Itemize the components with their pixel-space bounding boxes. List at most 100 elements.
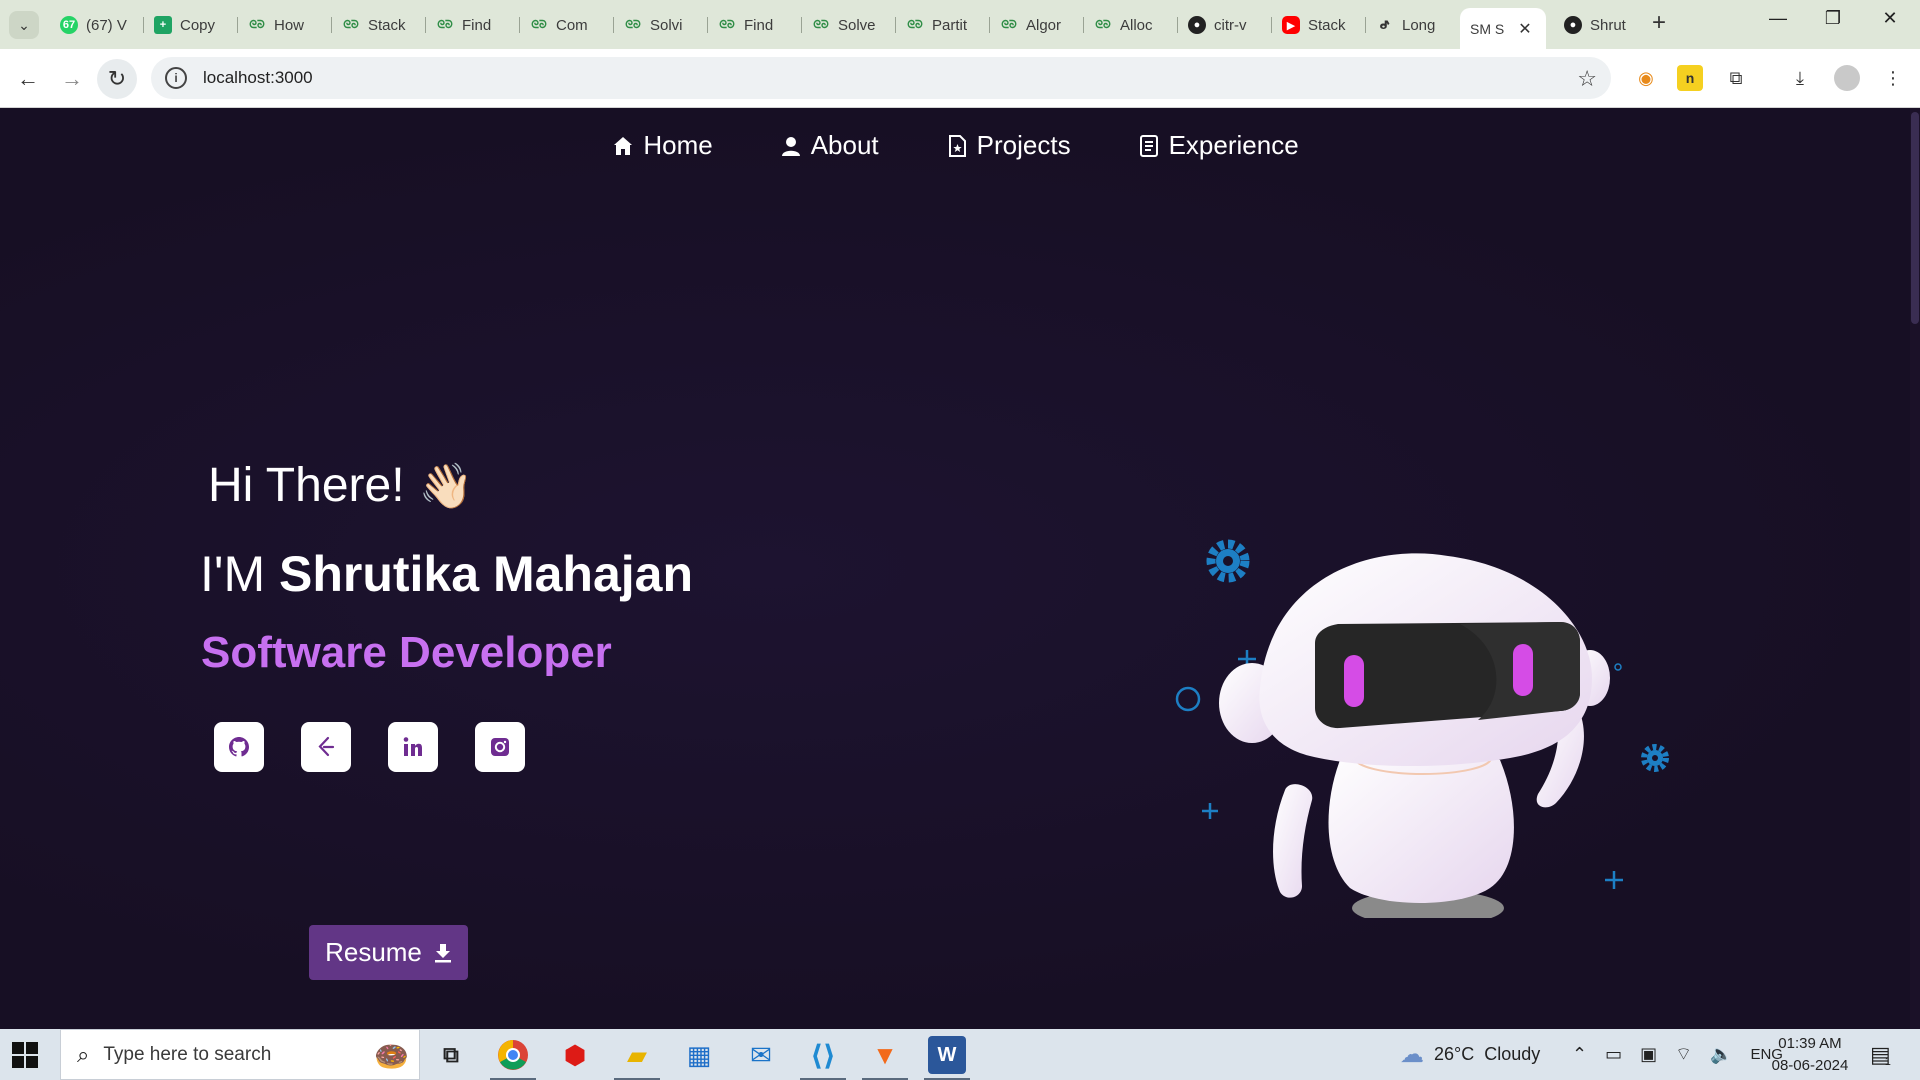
- resume-download-button[interactable]: Resume: [309, 925, 468, 980]
- tab-label: Stack: [368, 16, 406, 34]
- leetcode-link[interactable]: [301, 722, 351, 772]
- chrome-icon[interactable]: [490, 1036, 536, 1080]
- notifications-button[interactable]: ▤ 1: [1870, 1029, 1891, 1080]
- greeting-text: Hi There!: [208, 459, 405, 512]
- tab-gfg[interactable]: ᘓᘐ Solve: [802, 8, 896, 42]
- page-scrollbar[interactable]: [1910, 108, 1920, 1029]
- bookmark-star-icon[interactable]: ☆: [1577, 66, 1597, 92]
- word-icon[interactable]: W: [924, 1036, 970, 1080]
- tab-label: (67) V: [86, 16, 127, 34]
- search-placeholder: Type here to search: [103, 1043, 272, 1065]
- extension-icon[interactable]: n: [1677, 65, 1703, 91]
- new-tab-button[interactable]: +: [1652, 9, 1666, 37]
- restore-button[interactable]: ❐: [1813, 8, 1853, 29]
- tab-gfg[interactable]: ᘓᘐ Find: [708, 8, 802, 42]
- task-view-icon[interactable]: ⧉: [432, 1036, 470, 1074]
- vlc-icon[interactable]: ▼: [862, 1036, 908, 1080]
- search-highlight-icon: 🍩: [374, 1041, 409, 1072]
- url-text[interactable]: localhost:3000: [203, 68, 313, 88]
- tab-label: Shrut: [1590, 16, 1626, 34]
- social-links: [214, 722, 525, 772]
- close-window-button[interactable]: ✕: [1870, 8, 1910, 29]
- profile-avatar[interactable]: [1834, 65, 1860, 91]
- tab-github[interactable]: ● citr-v: [1178, 8, 1272, 42]
- gfg-icon: ᘓᘐ: [1095, 18, 1111, 31]
- forward-button[interactable]: →: [56, 63, 88, 95]
- weather-widget[interactable]: ☁ 26°C Cloudy: [1400, 1029, 1540, 1080]
- extensions-puzzle-icon[interactable]: ⧉: [1723, 65, 1749, 91]
- download-icon[interactable]: ⤓: [1787, 65, 1813, 91]
- back-button[interactable]: ←: [12, 63, 44, 95]
- user-icon: [781, 136, 800, 156]
- nav-experience[interactable]: Experience: [1137, 130, 1299, 161]
- wifi-icon[interactable]: ⌔: [1675, 1043, 1692, 1066]
- instagram-icon: [491, 738, 509, 756]
- name-heading: I'M Shrutika Mahajan: [200, 545, 693, 603]
- nav-experience-label: Experience: [1168, 130, 1299, 160]
- nav-home[interactable]: Home: [611, 130, 713, 161]
- tab-whatsapp[interactable]: 67 (67) V: [50, 8, 144, 42]
- gfg-icon: ᘓᘐ: [907, 18, 923, 31]
- tab-label: Algor: [1026, 16, 1062, 34]
- file-explorer-icon[interactable]: ▰: [614, 1036, 660, 1080]
- windows-start-icon[interactable]: [12, 1042, 38, 1068]
- instagram-link[interactable]: [475, 722, 525, 772]
- tab-gfg[interactable]: ᘓᘐ Alloc: [1084, 8, 1178, 42]
- close-tab-icon[interactable]: ✕: [1518, 19, 1531, 39]
- tab-gfg[interactable]: ᘓᘐ Algor: [990, 8, 1084, 42]
- display-icon[interactable]: ▣: [1640, 1044, 1657, 1065]
- tab-gfg[interactable]: ᘓᘐ How: [238, 8, 332, 42]
- tab-leetcode[interactable]: ᕷ Long: [1366, 8, 1460, 42]
- gfg-icon: ᘓᘐ: [249, 18, 265, 31]
- store-icon[interactable]: ▦: [680, 1036, 718, 1074]
- tab-gfg[interactable]: ᘓᘐ Com: [520, 8, 614, 42]
- menu-dots-icon[interactable]: ⋮: [1880, 65, 1906, 91]
- role-title: Software Developer: [201, 628, 612, 677]
- volume-icon[interactable]: 🔈: [1710, 1044, 1732, 1065]
- projects-icon: [948, 134, 966, 157]
- mail-icon[interactable]: ✉: [742, 1036, 780, 1074]
- tab-active-portfolio[interactable]: SM S ✕: [1460, 8, 1546, 49]
- minimize-button[interactable]: —: [1758, 8, 1798, 29]
- tab-youtube[interactable]: ▶ Stack: [1272, 8, 1366, 42]
- nav-about-label: About: [810, 130, 879, 160]
- tab-github[interactable]: ● Shrut: [1554, 8, 1648, 42]
- tab-label: Solve: [838, 16, 876, 34]
- whatsapp-icon: 67: [60, 16, 78, 34]
- tab-gfg[interactable]: ᘓᘐ Solvi: [614, 8, 708, 42]
- chevron-up-icon[interactable]: ⌃: [1572, 1044, 1587, 1065]
- scrollbar-thumb[interactable]: [1911, 112, 1919, 324]
- clock[interactable]: 01:39 AM 08-06-2024: [1760, 1033, 1860, 1077]
- taskbar-search-box[interactable]: ⌕ Type here to search 🍩: [60, 1029, 420, 1080]
- vscode-icon[interactable]: ⟨⟩: [800, 1036, 846, 1080]
- tab-gfg[interactable]: ᘓᘐ Find: [426, 8, 520, 42]
- document-icon: [1139, 134, 1158, 157]
- tab-label: citr-v: [1214, 16, 1247, 34]
- tab-label: Solvi: [650, 16, 683, 34]
- nav-about[interactable]: About: [779, 130, 879, 161]
- nav-projects[interactable]: Projects: [945, 130, 1071, 161]
- nav-home-label: Home: [643, 130, 713, 160]
- browser-toolbar: ← → ↻ i localhost:3000 ☆ ◉ n ⧉ ⤓ ⋮: [0, 49, 1920, 108]
- leetcode-icon: ᕷ: [1379, 19, 1391, 32]
- site-info-icon[interactable]: i: [165, 67, 187, 89]
- tab-label: Partit: [932, 16, 968, 34]
- angular-icon[interactable]: ⬢: [556, 1036, 594, 1074]
- extension-icon[interactable]: ◉: [1633, 65, 1659, 91]
- gfg-icon: ᘓᘐ: [343, 18, 359, 31]
- search-icon: ⌕: [77, 1041, 90, 1067]
- tab-gfg[interactable]: ᘓᘐ Stack: [332, 8, 426, 42]
- gfg-icon: ᘓᘐ: [531, 18, 547, 31]
- tab-search-button[interactable]: ⌄: [9, 11, 39, 39]
- gfg-icon: ᘓᘐ: [437, 18, 453, 31]
- address-bar[interactable]: i localhost:3000 ☆: [151, 57, 1611, 99]
- reload-button[interactable]: ↻: [97, 59, 137, 99]
- battery-icon[interactable]: ▭: [1605, 1044, 1622, 1065]
- gear-icon: [1641, 744, 1669, 772]
- name-prefix: I'M: [200, 546, 266, 602]
- tab-sheets[interactable]: + Copy: [144, 8, 238, 42]
- clock-time: 01:39 AM: [1778, 1035, 1842, 1052]
- linkedin-link[interactable]: [388, 722, 438, 772]
- github-link[interactable]: [214, 722, 264, 772]
- tab-gfg[interactable]: ᘓᘐ Partit: [896, 8, 990, 42]
